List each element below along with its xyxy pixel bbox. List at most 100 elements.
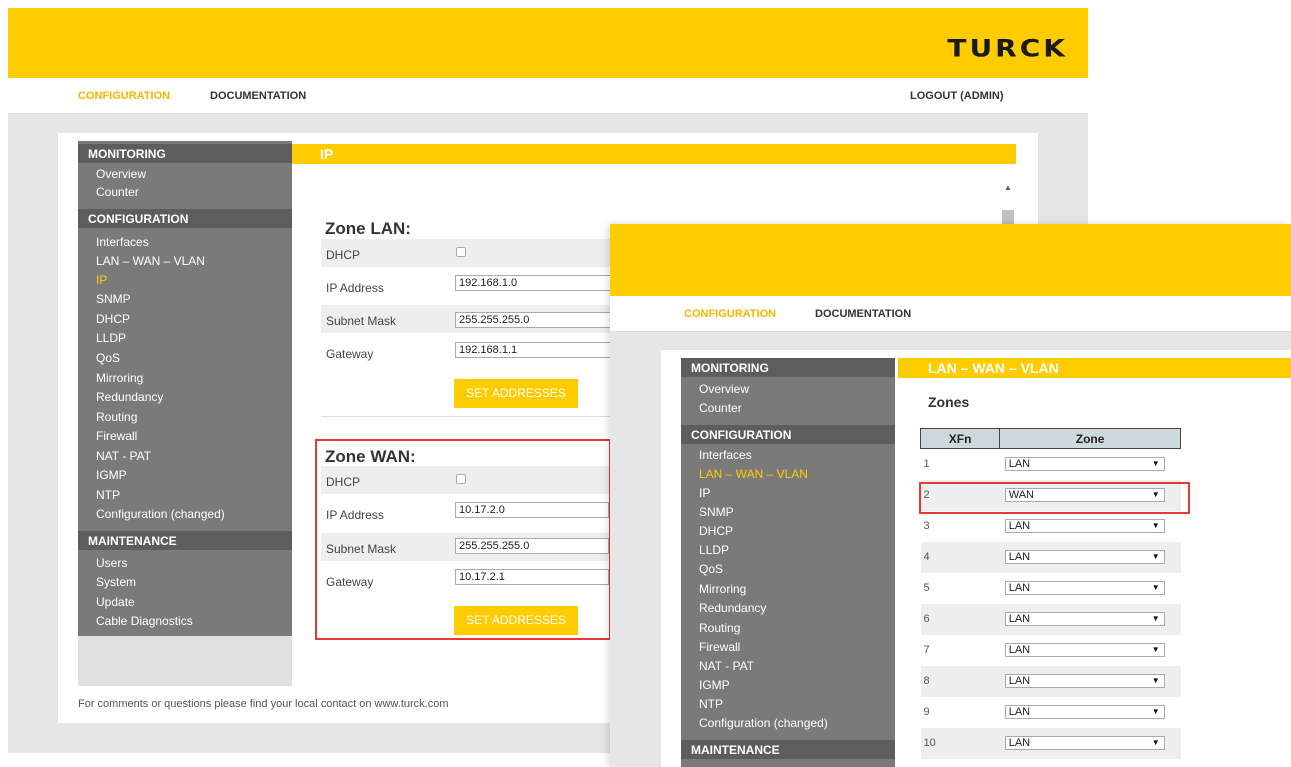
sidebar-item-dhcp[interactable]: DHCP <box>699 524 733 538</box>
zone-lan-ip-input[interactable]: 192.168.1.0 <box>455 275 621 291</box>
scroll-up-arrow-icon[interactable]: ▲ <box>1004 183 1012 192</box>
sidebar-item-snmp[interactable]: SNMP <box>699 505 734 519</box>
sidebar-item-igmp[interactable]: IGMP <box>699 678 730 692</box>
sidebar-item-snmp[interactable]: SNMP <box>96 292 131 306</box>
sidebar-item-qos[interactable]: QoS <box>96 351 120 365</box>
sidebar-head-maintenance: MAINTENANCE <box>681 740 895 759</box>
xfn-cell: 5 <box>923 582 930 594</box>
nav-configuration[interactable]: CONFIGURATION <box>684 308 776 320</box>
zone-wan-dhcp-checkbox[interactable] <box>456 474 466 484</box>
sidebar-item-lan-wan-vlan[interactable]: LAN – WAN – VLAN <box>699 467 808 481</box>
xfn-cell: 6 <box>920 603 1000 635</box>
sidebar-item-firewall[interactable]: Firewall <box>96 429 137 443</box>
sidebar-item-ntp[interactable]: NTP <box>96 488 120 502</box>
sidebar-item-qos[interactable]: QoS <box>699 562 723 576</box>
col-zone-header: Zone <box>999 428 1181 449</box>
zone-select[interactable]: LAN ▼ <box>1004 550 1165 564</box>
sidebar-item-routing[interactable]: Routing <box>96 410 137 424</box>
sidebar-item-interfaces[interactable]: Interfaces <box>96 235 149 249</box>
sidebar-item-counter[interactable]: Counter <box>96 185 139 199</box>
table-row: 5 LAN ▼ <box>921 573 1181 604</box>
zone-wan-set-addresses-button[interactable]: SET ADDRESSES <box>454 606 578 635</box>
dropdown-arrow-icon: ▼ <box>1151 645 1160 654</box>
zone-select[interactable]: LAN ▼ <box>1004 612 1165 626</box>
zone-select[interactable]: LAN ▼ <box>1004 581 1165 595</box>
zone-select[interactable]: LAN ▼ <box>1004 519 1165 533</box>
dropdown-arrow-icon: ▼ <box>1151 521 1160 530</box>
zone-select[interactable]: LAN ▼ <box>1004 674 1165 688</box>
zone-select[interactable]: LAN ▼ <box>1004 643 1165 657</box>
sidebar-item-nat-pat[interactable]: NAT - PAT <box>96 449 151 463</box>
sidebar-item-update[interactable]: Update <box>96 595 135 609</box>
nav-documentation[interactable]: DOCUMENTATION <box>210 90 306 102</box>
xfn-cell: 7 <box>923 644 930 656</box>
table-row: 4 LAN ▼ <box>920 541 1181 573</box>
zone-select[interactable]: LAN ▼ <box>1004 457 1165 472</box>
zone-lan-gateway-row: Gateway 192.168.1.1 <box>321 338 621 366</box>
dropdown-arrow-icon: ▼ <box>1151 707 1160 716</box>
sidebar-item-ip[interactable]: IP <box>699 486 710 500</box>
subnet-mask-label: Subnet Mask <box>326 314 397 328</box>
header-bar: TURCK <box>8 8 1088 78</box>
sidebar-item-igmp[interactable]: IGMP <box>96 468 127 482</box>
zone-wan-mask-input[interactable]: 255.255.255.0 <box>455 538 609 554</box>
zone-select[interactable]: LAN ▼ <box>1004 736 1165 750</box>
sidebar-item-cable-diagnostics[interactable]: Cable Diagnostics <box>96 614 193 628</box>
sidebar-item-lldp[interactable]: LLDP <box>96 331 126 345</box>
sidebar-item-nat-pat[interactable]: NAT - PAT <box>699 659 754 673</box>
sidebar-item-overview[interactable]: Overview <box>699 382 749 396</box>
xfn-cell: 10 <box>920 727 1000 759</box>
zone-lan-mask-row: Subnet Mask 255.255.255.0 <box>321 305 621 333</box>
sidebar-item-configuration-changed[interactable]: Configuration (changed) <box>96 507 225 521</box>
sidebar-head-configuration: CONFIGURATION <box>681 425 895 444</box>
nav-configuration[interactable]: CONFIGURATION <box>78 90 170 102</box>
gateway-label: Gateway <box>326 347 374 361</box>
top-nav: CONFIGURATION DOCUMENTATION LOGOUT (ADMI… <box>8 78 1088 114</box>
zone-wan-ip-row: IP Address 10.17.2.0 <box>321 499 609 527</box>
sidebar-footer-fill <box>78 636 292 686</box>
table-row: 9 LAN ▼ <box>921 697 1181 728</box>
sidebar-item-counter[interactable]: Counter <box>699 401 742 415</box>
sidebar-item-lldp[interactable]: LLDP <box>699 543 729 557</box>
logout-link[interactable]: LOGOUT (ADMIN) <box>910 90 1003 102</box>
table-row: 3 LAN ▼ <box>921 511 1181 542</box>
sidebar-item-mirroring[interactable]: Mirroring <box>699 582 746 596</box>
page-title: LAN – WAN – VLAN <box>898 358 1291 378</box>
zone-wan-gateway-input[interactable]: 10.17.2.1 <box>455 569 609 585</box>
nav-documentation[interactable]: DOCUMENTATION <box>815 308 911 320</box>
zone-wan-mask-row: Subnet Mask 255.255.255.0 <box>321 533 609 561</box>
sidebar-item-ip[interactable]: IP <box>96 273 107 287</box>
sidebar-item-redundancy[interactable]: Redundancy <box>699 601 766 615</box>
zone-lan-mask-input[interactable]: 255.255.255.0 <box>455 312 621 328</box>
content-panel: MONITORING Overview Counter CONFIGURATIO… <box>661 350 1291 767</box>
ip-address-label: IP Address <box>326 281 384 295</box>
ip-address-label: IP Address <box>326 508 384 522</box>
page-title: IP <box>292 144 1016 164</box>
sidebar-item-firewall[interactable]: Firewall <box>699 640 740 654</box>
zone-wan-ip-input[interactable]: 10.17.2.0 <box>455 502 609 518</box>
dropdown-arrow-icon: ▼ <box>1151 583 1160 592</box>
sidebar-item-overview[interactable]: Overview <box>96 167 146 181</box>
xfn-cell: 4 <box>920 541 1000 573</box>
zone-select[interactable]: LAN ▼ <box>1004 705 1165 719</box>
zone-lan-dhcp-checkbox[interactable] <box>456 247 466 257</box>
sidebar-item-interfaces[interactable]: Interfaces <box>699 448 752 462</box>
zone-lan-gateway-input[interactable]: 192.168.1.1 <box>455 342 621 358</box>
sidebar-item-system[interactable]: System <box>96 575 136 589</box>
header-bar <box>610 224 1291 296</box>
sidebar-head-monitoring: MONITORING <box>78 144 292 163</box>
sidebar-item-configuration-changed[interactable]: Configuration (changed) <box>699 716 828 730</box>
sidebar-item-ntp[interactable]: NTP <box>699 697 723 711</box>
gateway-label: Gateway <box>326 575 374 589</box>
vlan-config-window: CONFIGURATION DOCUMENTATION MONITORING O… <box>610 224 1291 767</box>
sidebar-item-users[interactable]: Users <box>96 556 127 570</box>
table-row: 7 LAN ▼ <box>921 635 1181 666</box>
sidebar-item-lan-wan-vlan[interactable]: LAN – WAN – VLAN <box>96 254 205 268</box>
zone-lan-set-addresses-button[interactable]: SET ADDRESSES <box>454 379 578 408</box>
zone-lan-ip-row: IP Address 192.168.1.0 <box>321 272 621 300</box>
sidebar-item-redundancy[interactable]: Redundancy <box>96 390 163 404</box>
zone-lan-dhcp-row: DHCP <box>321 239 621 267</box>
sidebar-item-mirroring[interactable]: Mirroring <box>96 371 143 385</box>
sidebar-item-dhcp[interactable]: DHCP <box>96 312 130 326</box>
sidebar-item-routing[interactable]: Routing <box>699 621 740 635</box>
